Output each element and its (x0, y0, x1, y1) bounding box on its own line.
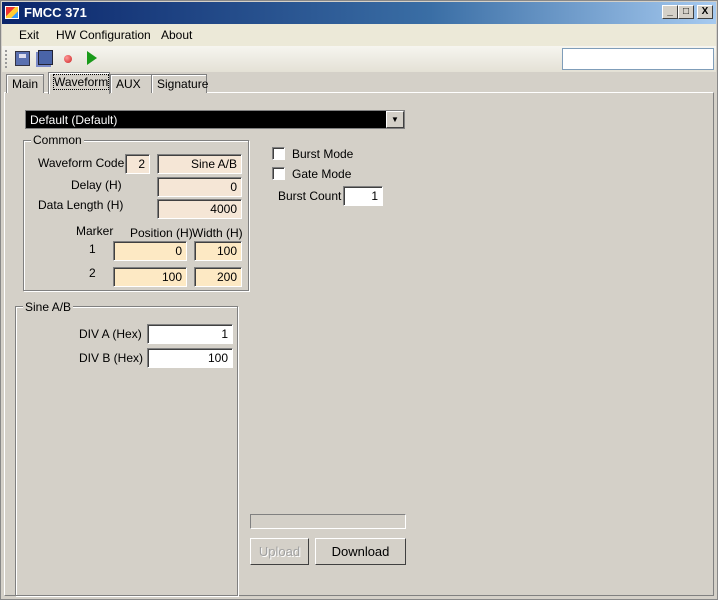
burst-mode-checkbox[interactable] (272, 147, 285, 160)
position-header: Position (H) (130, 226, 193, 240)
burst-count-label: Burst Count (278, 189, 342, 203)
marker-label: Marker (76, 224, 114, 238)
progress-bar (250, 514, 406, 529)
gate-mode-checkbox[interactable] (272, 167, 285, 180)
marker-1-position-field[interactable]: 0 (113, 241, 187, 261)
data-length-field[interactable]: 4000 (157, 199, 242, 219)
upload-button[interactable]: Upload (250, 538, 309, 565)
record-icon[interactable] (64, 55, 72, 63)
waveform-code-field[interactable]: 2 (125, 154, 150, 174)
marker-1-label: 1 (89, 242, 96, 256)
div-a-field[interactable]: 1 (147, 324, 233, 344)
tab-main[interactable]: Main (6, 74, 44, 93)
gate-mode-label: Gate Mode (292, 167, 352, 181)
common-group-title: Common (31, 133, 84, 147)
div-b-label: DIV B (Hex) (79, 351, 144, 365)
save-all-icon[interactable] (38, 50, 53, 65)
tab-signature[interactable]: Signature (151, 74, 208, 93)
sine-group-title: Sine A/B (23, 300, 74, 314)
close-button[interactable]: X (697, 5, 713, 19)
delay-label: Delay (H) (71, 178, 122, 192)
div-a-label: DIV A (Hex) (79, 327, 142, 341)
width-header: Width (H) (192, 226, 243, 240)
marker-2-position-field[interactable]: 100 (113, 267, 187, 287)
waveform-code-label: Waveform Code (38, 156, 125, 170)
burst-count-field[interactable]: 1 (343, 186, 383, 206)
minimize-button[interactable]: _ (662, 5, 678, 19)
toolbar-search-input[interactable] (562, 48, 714, 70)
save-icon[interactable] (15, 51, 30, 66)
div-b-field[interactable]: 100 (147, 348, 233, 368)
waveform-name-field[interactable]: Sine A/B (157, 154, 242, 174)
menu-hw-configuration[interactable]: HW Configuration (56, 28, 151, 42)
toolbar-grip[interactable] (5, 50, 8, 68)
title-bar: FMCC 371 (2, 2, 716, 24)
play-icon[interactable] (87, 51, 97, 65)
tab-aux[interactable]: AUX (110, 74, 152, 93)
preset-selected: Default (Default) (30, 113, 118, 127)
burst-mode-label: Burst Mode (292, 147, 354, 161)
preset-dropdown[interactable]: Default (Default) (25, 110, 405, 129)
tab-waveform[interactable]: Waveform (48, 72, 110, 94)
data-length-label: Data Length (H) (38, 198, 124, 212)
window-title: FMCC 371 (24, 5, 87, 20)
chevron-down-icon[interactable]: ▼ (386, 111, 404, 128)
marker-2-width-field[interactable]: 200 (194, 267, 242, 287)
menu-exit[interactable]: Exit (19, 28, 39, 42)
app-icon (5, 6, 19, 19)
marker-1-width-field[interactable]: 100 (194, 241, 242, 261)
menu-about[interactable]: About (161, 28, 192, 42)
tab-waveform-label: Waveform (52, 74, 110, 90)
delay-field[interactable]: 0 (157, 177, 242, 197)
download-button[interactable]: Download (315, 538, 406, 565)
marker-2-label: 2 (89, 266, 96, 280)
maximize-button[interactable]: □ (678, 5, 694, 19)
